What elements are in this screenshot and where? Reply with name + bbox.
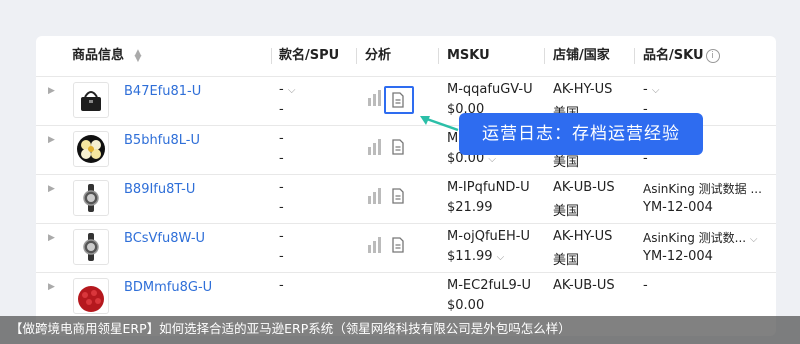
chevron-down-icon[interactable]: ⌵ (288, 85, 296, 96)
spu-value: - (279, 249, 284, 264)
expand-arrow-icon[interactable]: ▶ (48, 184, 55, 194)
model-value: - ⌵ (279, 82, 296, 97)
column-divider[interactable] (634, 48, 635, 64)
header-store-country: 店铺/国家 (553, 48, 610, 63)
operation-log-icon[interactable] (390, 92, 406, 112)
price-value: $11.99 ⌵ (447, 249, 505, 264)
brand-value: - ⌵ (643, 82, 660, 97)
header-model-spu: 款名/SPU (279, 48, 340, 63)
store-value: AK-HY-US (553, 82, 613, 97)
brand-value: AsinKing 测试数据 ... (643, 182, 762, 196)
column-divider[interactable] (438, 48, 439, 64)
header-analysis: 分析 (365, 48, 392, 63)
operation-log-icon[interactable] (390, 139, 406, 159)
product-name-link[interactable]: B5bhfu8L-U (124, 133, 200, 148)
product-name-link[interactable]: B89Ifu8T-U (124, 182, 195, 197)
bar-chart-icon[interactable] (367, 237, 383, 257)
operation-log-icon[interactable] (390, 237, 406, 257)
sku-value: YM-12-004 (643, 249, 713, 264)
flower-plate-image (77, 135, 105, 163)
header-brand-sku-label: 品名/SKU (643, 48, 704, 63)
msku-value: M-IPqfuND-U (447, 180, 530, 195)
info-icon[interactable]: i (705, 48, 720, 63)
chevron-down-icon[interactable]: ⌵ (750, 234, 758, 245)
spu-value: - (279, 200, 284, 215)
operation-log-tooltip: 运营日志：存档运营经验 (459, 113, 703, 155)
caption-banner: 【做跨境电商用领星ERP】如何选择合适的亚马逊ERP系统（领星网络科技有限公司是… (0, 316, 800, 344)
table-row: ▶ BCsVfu8W-U - - M-ojQfuEH-U $11.99 ⌵ AK… (36, 223, 776, 273)
product-name-link[interactable]: BCsVfu8W-U (124, 231, 205, 246)
chevron-down-icon[interactable]: ⌵ (488, 154, 496, 165)
chevron-down-icon[interactable]: ⌵ (652, 85, 660, 96)
expand-arrow-icon[interactable]: ▶ (48, 86, 55, 96)
product-thumbnail (73, 131, 109, 167)
country-value: 美国 (553, 253, 580, 268)
brand-value: - (643, 278, 648, 293)
model-value: - (279, 131, 284, 146)
header-msku: MSKU (447, 48, 490, 63)
model-value: - (279, 278, 284, 293)
header-product-info[interactable]: 商品信息 ▲ ▼ (72, 36, 141, 76)
watch-image (83, 233, 99, 261)
store-value: AK-HY-US (553, 229, 613, 244)
column-divider[interactable] (356, 48, 357, 64)
header-brand-sku: 品名/SKU i (643, 36, 720, 76)
product-thumbnail (73, 229, 109, 265)
expand-arrow-icon[interactable]: ▶ (48, 233, 55, 243)
price-value: $21.99 (447, 200, 493, 215)
column-divider[interactable] (544, 48, 545, 64)
msku-value: M-qqafuGV-U (447, 82, 533, 97)
product-name-link[interactable]: BDMmfu8G-U (124, 280, 212, 295)
table-header: 商品信息 ▲ ▼ 款名/SPU 分析 MSKU 店铺/国家 品名/SKU i (36, 36, 776, 77)
model-value: - (279, 229, 284, 244)
expand-arrow-icon[interactable]: ▶ (48, 282, 55, 292)
store-value: AK-UB-US (553, 180, 615, 195)
sku-value: YM-12-004 (643, 200, 713, 215)
bar-chart-icon[interactable] (367, 188, 383, 208)
column-divider[interactable] (271, 48, 272, 64)
bar-chart-icon[interactable] (367, 90, 383, 110)
tooltip-arrow-icon (420, 116, 459, 132)
product-thumbnail (73, 82, 109, 118)
spu-value: - (279, 151, 284, 166)
handbag-image (81, 91, 101, 111)
model-value: - (279, 180, 284, 195)
spu-value: - (279, 102, 284, 117)
product-table: 商品信息 ▲ ▼ 款名/SPU 分析 MSKU 店铺/国家 品名/SKU i ▶ B… (36, 36, 776, 336)
watch-image (83, 184, 99, 212)
brand-value: AsinKing 测试数... ⌵ (643, 231, 758, 245)
store-value: AK-UB-US (553, 278, 615, 293)
product-thumbnail (73, 278, 109, 314)
rose-box-image (78, 286, 104, 312)
bar-chart-icon[interactable] (367, 139, 383, 159)
msku-value: M-ojQfuEH-U (447, 229, 530, 244)
price-value: $0.00 (447, 298, 485, 313)
product-thumbnail (73, 180, 109, 216)
chevron-down-icon[interactable]: ⌵ (497, 252, 505, 263)
operation-log-icon[interactable] (390, 188, 406, 208)
expand-arrow-icon[interactable]: ▶ (48, 135, 55, 145)
country-value: 美国 (553, 204, 580, 219)
msku-value: M-EC2fuL9-U (447, 278, 532, 293)
sort-icon[interactable]: ▲ ▼ (135, 48, 142, 63)
product-name-link[interactable]: B47Efu81-U (124, 84, 201, 99)
header-product-info-label: 商品信息 (72, 48, 125, 63)
table-row: ▶ B89Ifu8T-U - - M-IPqfuND-U $21.99 AK-U… (36, 174, 776, 224)
